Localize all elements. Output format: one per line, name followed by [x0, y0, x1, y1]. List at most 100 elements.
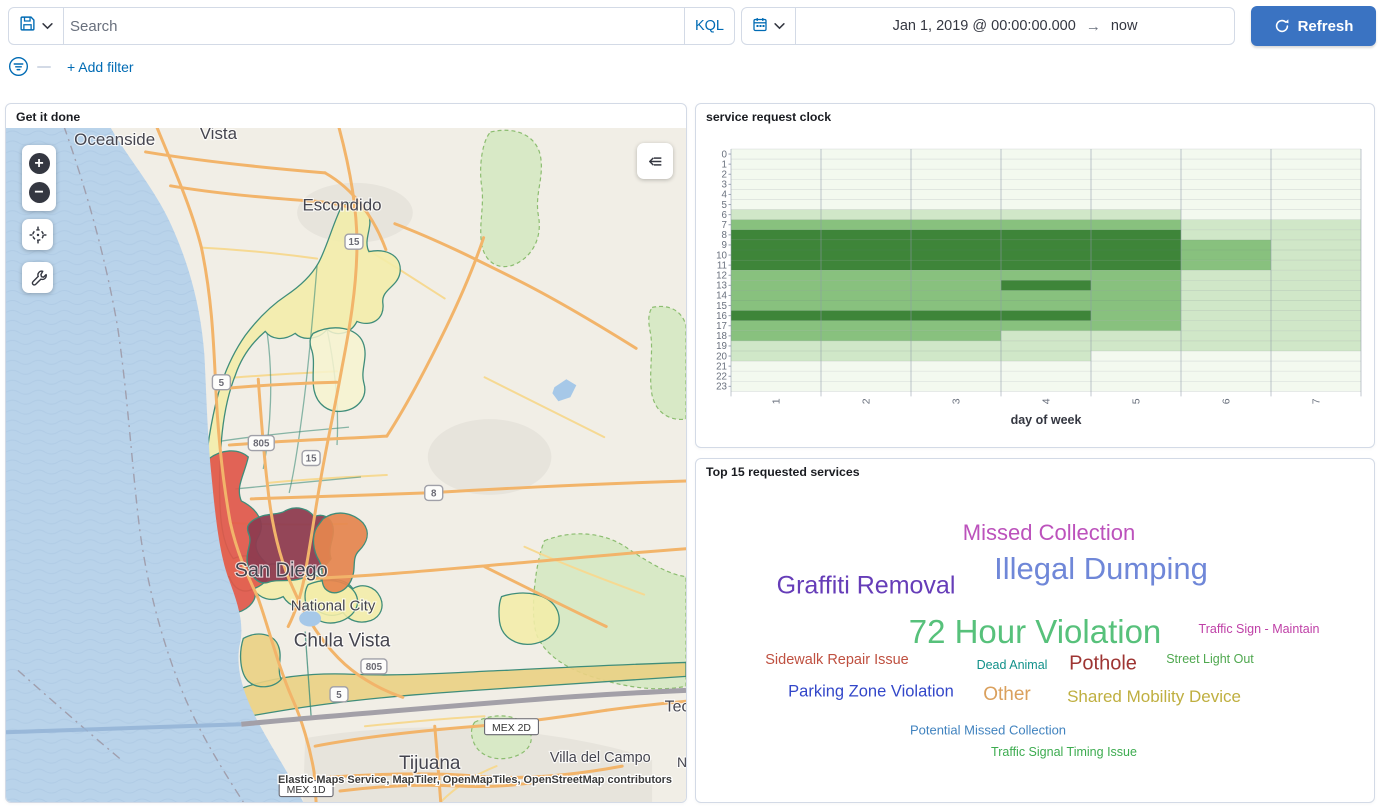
- zoom-out-button[interactable]: −: [29, 182, 50, 203]
- heatmap-cell[interactable]: [1001, 280, 1091, 290]
- heatmap-cell[interactable]: [821, 210, 911, 220]
- heatmap-cell[interactable]: [731, 280, 821, 290]
- heatmap-cell[interactable]: [1001, 220, 1091, 230]
- heatmap-cell[interactable]: [1271, 341, 1361, 351]
- heatmap-cell[interactable]: [1181, 179, 1271, 189]
- heatmap-cell[interactable]: [911, 210, 1001, 220]
- heatmap-cell[interactable]: [731, 159, 821, 169]
- heatmap-cell[interactable]: [731, 189, 821, 199]
- heatmap-cell[interactable]: [821, 240, 911, 250]
- heatmap-cell[interactable]: [1181, 250, 1271, 260]
- legend-collapse-button[interactable]: [637, 143, 673, 179]
- heatmap-cell[interactable]: [731, 361, 821, 371]
- date-quick-select-button[interactable]: [742, 8, 796, 44]
- heatmap-cell[interactable]: [1271, 200, 1361, 210]
- heatmap-cell[interactable]: [1001, 250, 1091, 260]
- heatmap-cell[interactable]: [1001, 331, 1091, 341]
- heatmap-cell[interactable]: [821, 149, 911, 159]
- heatmap-cell[interactable]: [821, 331, 911, 341]
- heatmap-cell[interactable]: [1271, 301, 1361, 311]
- heatmap-cell[interactable]: [1091, 169, 1181, 179]
- heatmap-cell[interactable]: [821, 341, 911, 351]
- heatmap-cell[interactable]: [731, 270, 821, 280]
- tag-word[interactable]: 72 Hour Violation: [909, 613, 1162, 651]
- saved-query-button[interactable]: [9, 8, 64, 44]
- heatmap-cell[interactable]: [1001, 371, 1091, 381]
- tag-word[interactable]: Missed Collection: [963, 520, 1135, 546]
- heatmap-cell[interactable]: [911, 189, 1001, 199]
- heatmap-cell[interactable]: [1271, 361, 1361, 371]
- heatmap-cell[interactable]: [1091, 260, 1181, 270]
- heatmap-cell[interactable]: [1271, 179, 1361, 189]
- heatmap-cell[interactable]: [1001, 189, 1091, 199]
- heatmap-cell[interactable]: [731, 230, 821, 240]
- heatmap-cell[interactable]: [1091, 321, 1181, 331]
- add-filter-button[interactable]: + Add filter: [67, 59, 134, 75]
- heatmap-cell[interactable]: [1091, 220, 1181, 230]
- heatmap-cell[interactable]: [1181, 290, 1271, 300]
- heatmap-cell[interactable]: [1181, 240, 1271, 250]
- tag-word[interactable]: Traffic Sign - Maintain: [1199, 622, 1320, 636]
- heatmap-cell[interactable]: [1181, 311, 1271, 321]
- heatmap-cell[interactable]: [1091, 250, 1181, 260]
- map-tools-button[interactable]: [22, 262, 53, 293]
- heatmap-cell[interactable]: [1181, 371, 1271, 381]
- heatmap-cell[interactable]: [1091, 371, 1181, 381]
- heatmap-cell[interactable]: [731, 240, 821, 250]
- heatmap-cell[interactable]: [1181, 341, 1271, 351]
- heatmap-cell[interactable]: [1091, 301, 1181, 311]
- tag-word[interactable]: Potential Missed Collection: [910, 723, 1066, 738]
- heatmap-cell[interactable]: [1091, 351, 1181, 361]
- heatmap-cell[interactable]: [821, 371, 911, 381]
- heatmap-cell[interactable]: [821, 381, 911, 391]
- heatmap-cell[interactable]: [1001, 260, 1091, 270]
- tag-word[interactable]: Traffic Signal Timing Issue: [991, 745, 1137, 759]
- heatmap-cell[interactable]: [1091, 331, 1181, 341]
- heatmap-cell[interactable]: [1091, 361, 1181, 371]
- heatmap-cell[interactable]: [1001, 361, 1091, 371]
- heatmap-cell[interactable]: [821, 321, 911, 331]
- heatmap-cell[interactable]: [911, 179, 1001, 189]
- heatmap-cell[interactable]: [1001, 240, 1091, 250]
- heatmap-cell[interactable]: [1091, 149, 1181, 159]
- heatmap-cell[interactable]: [1001, 169, 1091, 179]
- time-range-display[interactable]: Jan 1, 2019 @ 00:00:00.000 → now: [796, 8, 1234, 44]
- heatmap-cell[interactable]: [1001, 149, 1091, 159]
- heatmap-cell[interactable]: [821, 230, 911, 240]
- heatmap-cell[interactable]: [1271, 230, 1361, 240]
- heatmap-cell[interactable]: [1001, 311, 1091, 321]
- tag-word[interactable]: Other: [983, 684, 1031, 706]
- heatmap-cell[interactable]: [1181, 149, 1271, 159]
- heatmap-cell[interactable]: [1181, 361, 1271, 371]
- heatmap-cell[interactable]: [911, 260, 1001, 270]
- heatmap-cell[interactable]: [1271, 290, 1361, 300]
- heatmap-cell[interactable]: [731, 179, 821, 189]
- heatmap-cell[interactable]: [1181, 280, 1271, 290]
- heatmap-cell[interactable]: [731, 311, 821, 321]
- heatmap-cell[interactable]: [911, 220, 1001, 230]
- filter-icon[interactable]: [8, 56, 29, 77]
- heatmap-cell[interactable]: [911, 290, 1001, 300]
- heatmap-cell[interactable]: [1271, 311, 1361, 321]
- heatmap-cell[interactable]: [731, 220, 821, 230]
- heatmap-cell[interactable]: [1271, 280, 1361, 290]
- heatmap-cell[interactable]: [1181, 189, 1271, 199]
- heatmap-cell[interactable]: [731, 200, 821, 210]
- kql-button[interactable]: KQL: [684, 8, 734, 44]
- heatmap-cell[interactable]: [1001, 179, 1091, 189]
- heatmap-cell[interactable]: [731, 260, 821, 270]
- heatmap-cell[interactable]: [1181, 230, 1271, 240]
- heatmap-cell[interactable]: [1091, 159, 1181, 169]
- heatmap-cell[interactable]: [1001, 270, 1091, 280]
- heatmap-cell[interactable]: [1181, 270, 1271, 280]
- tag-word[interactable]: Dead Animal: [977, 658, 1048, 672]
- heatmap-cell[interactable]: [1181, 169, 1271, 179]
- heatmap-cell[interactable]: [911, 169, 1001, 179]
- heatmap-cell[interactable]: [911, 250, 1001, 260]
- heatmap-cell[interactable]: [1091, 341, 1181, 351]
- heatmap-cell[interactable]: [1091, 240, 1181, 250]
- heatmap-cell[interactable]: [1181, 200, 1271, 210]
- heatmap-cell[interactable]: [1271, 210, 1361, 220]
- heatmap-cell[interactable]: [1001, 230, 1091, 240]
- heatmap-cell[interactable]: [1271, 270, 1361, 280]
